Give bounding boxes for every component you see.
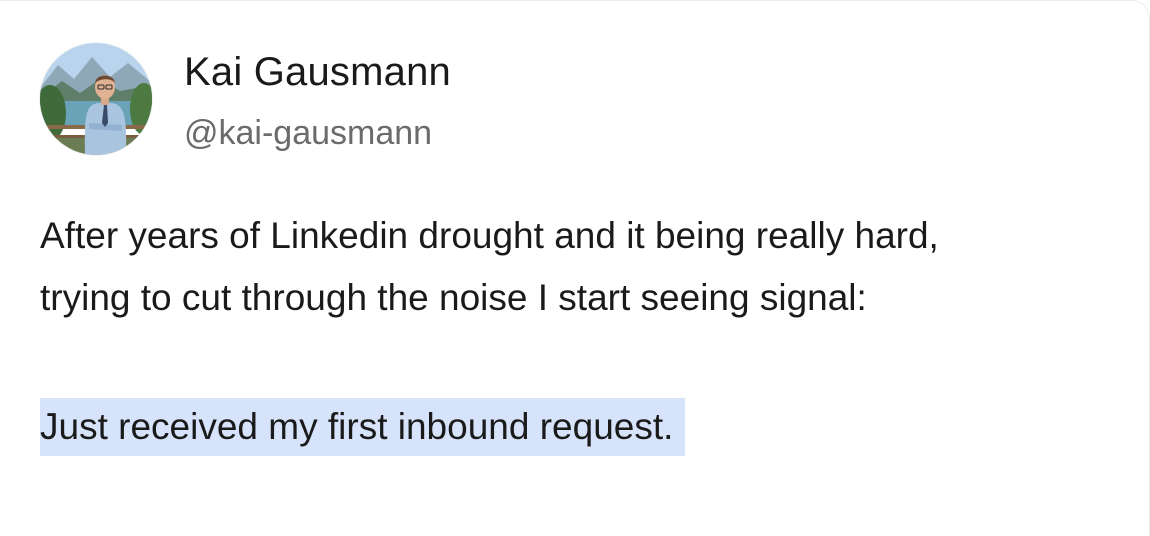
author-name[interactable]: Kai Gausmann — [184, 49, 451, 95]
post-body-line: trying to cut through the noise I start … — [40, 277, 867, 318]
highlighted-text: Just received my first inbound request. — [40, 398, 686, 456]
post-body: After years of Linkedin drought and it b… — [40, 205, 1120, 329]
post-card: Kai Gausmann @kai-gausmann After years o… — [0, 0, 1150, 536]
avatar-photo-icon — [40, 43, 152, 155]
post-body-line: After years of Linkedin drought and it b… — [40, 215, 939, 256]
author-avatar[interactable] — [40, 43, 152, 155]
author-handle[interactable]: @kai-gausmann — [184, 112, 432, 154]
